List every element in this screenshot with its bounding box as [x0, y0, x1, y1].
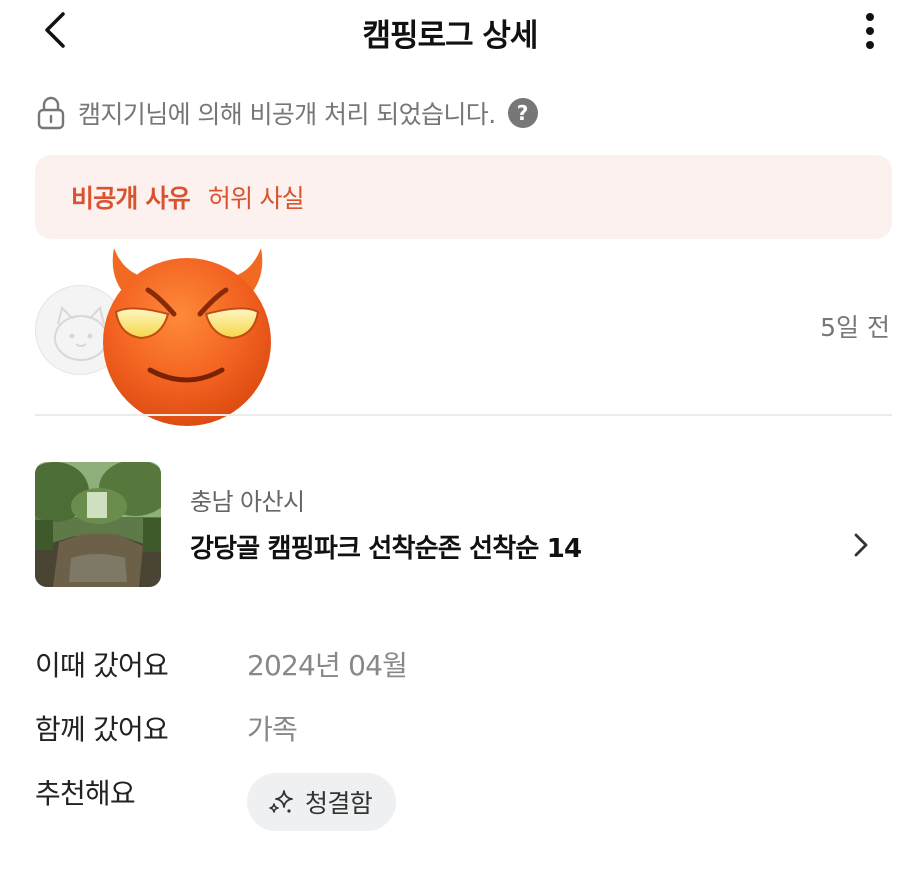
campsite-thumbnail	[35, 462, 161, 587]
visit-date-value: 2024년 04월	[247, 649, 408, 682]
author-row: 5일 전	[0, 240, 900, 426]
recommend-row: 추천해요 청결함	[35, 766, 892, 836]
visit-date-row: 이때 갔어요 2024년 04월	[35, 636, 892, 686]
private-reason-box: 비공개 사유 허위 사실	[35, 155, 892, 239]
recommend-tag-text: 청결함	[305, 789, 373, 818]
reason-value: 허위 사실	[207, 184, 305, 213]
chevron-right-icon	[854, 533, 868, 557]
reason-label: 비공개 사유	[71, 184, 191, 213]
companion-row: 함께 갔어요 가족	[35, 700, 892, 750]
devil-emoji-sticker	[100, 240, 275, 432]
app-header: 캠핑로그 상세	[0, 0, 900, 62]
companion-value: 가족	[247, 713, 298, 746]
more-options-button[interactable]	[850, 8, 890, 52]
campsite-region: 충남 아산시	[190, 488, 305, 516]
private-notice: 캠지기님에 의해 비공개 처리 되었습니다. ?	[36, 94, 538, 132]
private-notice-text: 캠지기님에 의해 비공개 처리 되었습니다.	[78, 100, 496, 129]
sparkle-icon	[269, 790, 293, 813]
recommend-label: 추천해요	[35, 777, 136, 810]
recommend-tag-chip: 청결함	[247, 773, 397, 831]
page-title: 캠핑로그 상세	[362, 18, 539, 54]
lock-icon	[36, 96, 66, 130]
help-icon[interactable]: ?	[507, 98, 538, 128]
section-divider	[35, 414, 892, 416]
campsite-link[interactable]: 충남 아산시 강당골 캠핑파크 선착순존 선착순 14	[35, 462, 892, 588]
post-time-ago: 5일 전	[820, 313, 890, 342]
more-vertical-icon	[866, 13, 874, 49]
campsite-name: 강당골 캠핑파크 선착순존 선착순 14	[190, 534, 582, 564]
visit-date-label: 이때 갔어요	[35, 649, 169, 682]
companion-label: 함께 갔어요	[35, 713, 169, 746]
